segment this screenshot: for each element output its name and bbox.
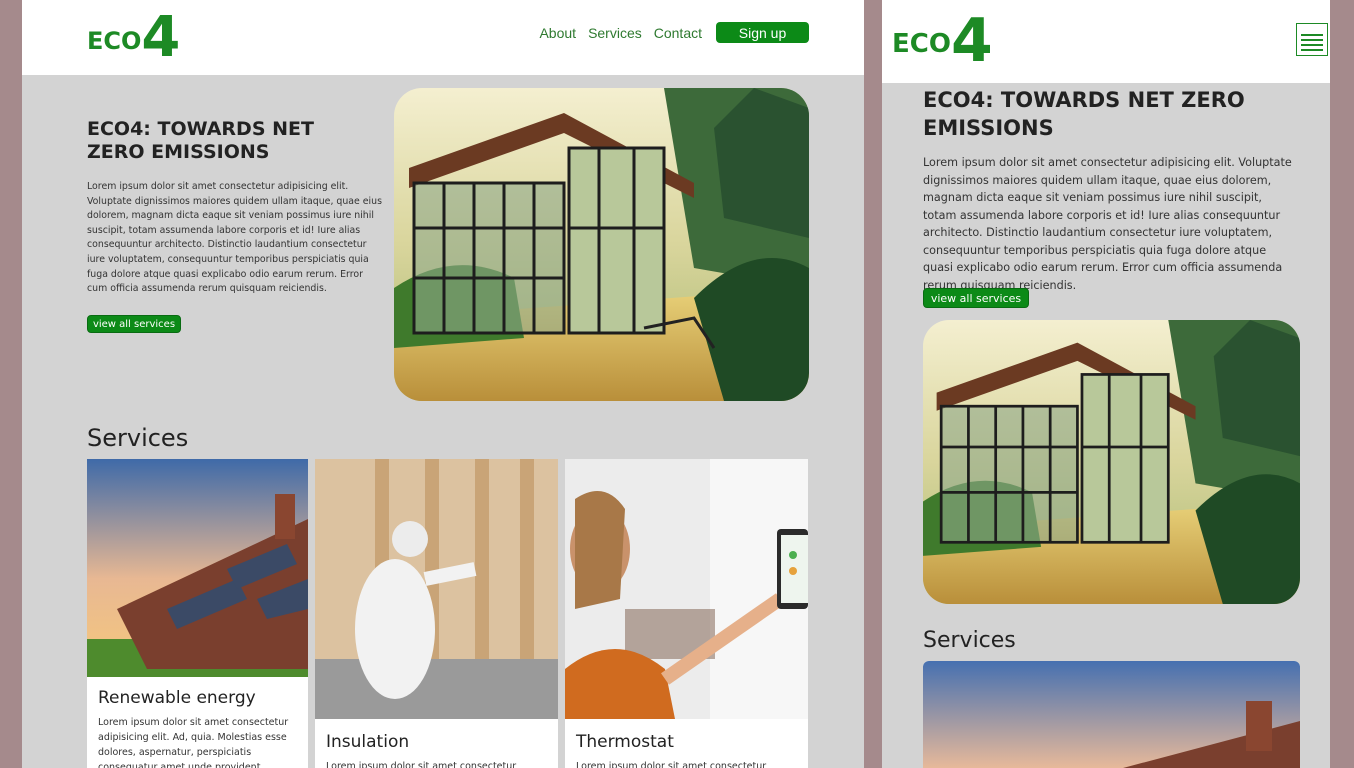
card-text-renewable: Lorem ipsum dolor sit amet consectetur a… — [98, 717, 289, 768]
card-title-insulation: Insulation — [326, 732, 410, 752]
view-all-services-button[interactable]: view all services — [87, 315, 181, 333]
card-title-thermostat: Thermostat — [576, 732, 674, 752]
nav-contact-link[interactable]: Contact — [654, 25, 702, 41]
mobile-view-all-services-button[interactable]: view all services — [923, 288, 1029, 308]
site-header: ECO 4 About Services Contact Sign up — [22, 0, 864, 75]
card-text-thermostat: Lorem ipsum dolor sit amet consectetur — [576, 761, 767, 768]
mobile-site-header: ECO 4 — [882, 0, 1330, 83]
desktop-preview: ECO 4 About Services Contact Sign up ECO… — [22, 0, 864, 768]
eco4-logo[interactable]: ECO 4 — [87, 5, 181, 70]
mobile-eco4-logo[interactable]: ECO 4 — [892, 6, 993, 76]
mobile-preview: ECO 4 ECO4: TOWARDS NET ZERO EMISSIONS L… — [882, 0, 1330, 768]
logo-four-text: 4 — [141, 5, 181, 70]
mobile-solar-roof-image — [923, 661, 1300, 768]
thermostat-woman-image — [565, 459, 808, 719]
mobile-service-card-renewable[interactable] — [923, 661, 1300, 768]
mobile-greenhouse-hero-image — [923, 320, 1300, 604]
hero-title: ECO4: TOWARDS NET ZERO EMISSIONS — [87, 118, 314, 163]
signup-button[interactable]: Sign up — [716, 22, 809, 43]
mobile-hero-description: Lorem ipsum dolor sit amet consectetur a… — [923, 156, 1292, 292]
hero-description: Lorem ipsum dolor sit amet consectetur a… — [87, 181, 382, 295]
service-card-insulation[interactable]: Insulation Lorem ipsum dolor sit amet co… — [315, 459, 558, 768]
card-title-renewable: Renewable energy — [98, 688, 256, 708]
service-card-thermostat[interactable]: Thermostat Lorem ipsum dolor sit amet co… — [565, 459, 808, 768]
hamburger-menu-icon[interactable] — [1296, 23, 1328, 56]
solar-roof-image — [87, 459, 308, 677]
logo-eco-text: ECO — [87, 27, 142, 55]
insulation-worker-image — [315, 459, 558, 719]
services-heading: Services — [87, 424, 189, 452]
service-card-renewable[interactable]: Renewable energy Lorem ipsum dolor sit a… — [87, 459, 308, 768]
card-text-insulation: Lorem ipsum dolor sit amet consectetur — [326, 761, 517, 768]
mobile-services-heading: Services — [923, 628, 1016, 653]
nav-about-link[interactable]: About — [539, 25, 576, 41]
mobile-hero-title: ECO4: TOWARDS NET ZERO EMISSIONS — [923, 88, 1245, 140]
mobile-logo-eco-text: ECO — [892, 29, 951, 59]
main-nav: About Services Contact Sign up — [539, 22, 809, 43]
mobile-logo-four-text: 4 — [950, 6, 993, 76]
greenhouse-hero-image — [394, 88, 809, 401]
nav-services-link[interactable]: Services — [588, 25, 642, 41]
